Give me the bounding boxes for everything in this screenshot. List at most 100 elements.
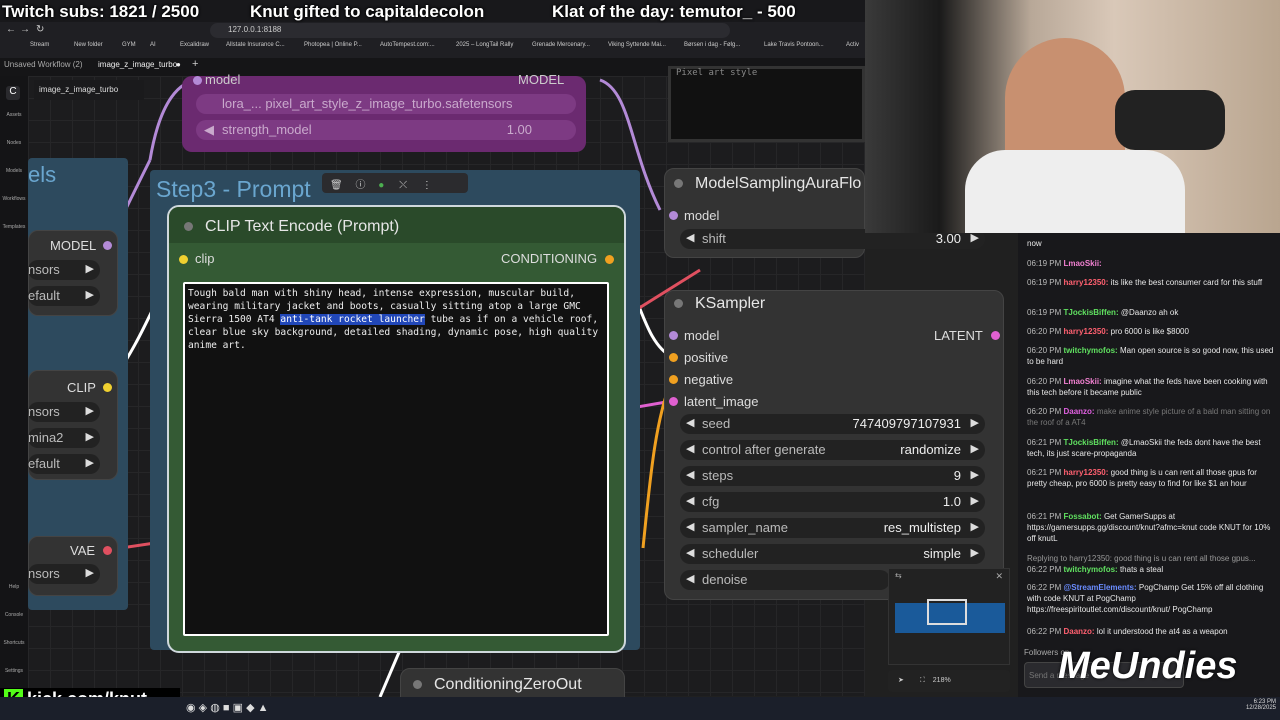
sampler-name-widget[interactable]: ◀ sampler_name res_multistep ▶ xyxy=(680,518,985,538)
collapse-dot-icon[interactable] xyxy=(674,179,683,188)
ks-negative-input-port[interactable] xyxy=(669,375,678,384)
chat-message: 06:20 PM LmaoSkii: imagine what the feds… xyxy=(1027,377,1268,397)
minimap-settings-icon[interactable]: ⇆ xyxy=(895,571,902,580)
increment-arrow-icon[interactable]: ▶ xyxy=(86,566,94,579)
decrement-arrow-icon[interactable]: ◀ xyxy=(686,416,694,429)
ks-latent-output-port[interactable] xyxy=(991,331,1000,340)
selection-toolbox[interactable]: 🗑 ⓘ ● ⤬ ⋮ xyxy=(322,173,468,193)
increment-arrow-icon[interactable]: ▶ xyxy=(971,546,979,559)
decrement-arrow-icon[interactable]: ◀ xyxy=(686,572,694,585)
ks-latent-input-port[interactable] xyxy=(669,397,678,406)
step3-group-title: Step3 - Prompt xyxy=(156,176,311,202)
control-after-generate-widget[interactable]: ◀ control after generate randomize ▶ xyxy=(680,440,985,460)
ks-model-input-port[interactable] xyxy=(669,331,678,340)
strength-model-widget[interactable]: ◀ strength_model 1.00 xyxy=(196,120,576,140)
shift-label: shift xyxy=(702,231,726,246)
chrome-icon[interactable]: ◉ xyxy=(186,702,196,714)
minimap[interactable]: ⇆ ✕ xyxy=(888,568,1010,665)
left-widget-6[interactable]: nsors ▶ xyxy=(28,564,100,584)
cfg-widget[interactable]: ◀ cfg 1.0 ▶ xyxy=(680,492,985,512)
pointer-icon[interactable]: ➤ xyxy=(898,677,904,684)
app-icon[interactable]: ◈ xyxy=(199,702,207,714)
clip-input-port[interactable] xyxy=(179,255,188,264)
clip-output-port[interactable] xyxy=(103,383,112,392)
minimap-close-icon[interactable]: ✕ xyxy=(995,571,1003,582)
chat-message: 06:19 PM harry12350: its like the best c… xyxy=(1027,278,1263,287)
chat-message: 06:22 PM Daanzo: lol it understood the a… xyxy=(1027,627,1228,636)
webcam-feed xyxy=(865,0,1280,233)
prompt-text-selected: anti-tank rocket launcher xyxy=(280,314,425,325)
lora-model-input-port[interactable] xyxy=(193,76,202,85)
app-icon[interactable]: ▲ xyxy=(258,702,269,714)
minimap-viewport[interactable] xyxy=(927,599,967,625)
shift-value: 3.00 xyxy=(935,231,961,246)
steps-widget[interactable]: ◀ steps 9 ▶ xyxy=(680,466,985,486)
decrement-arrow-icon[interactable]: ◀ xyxy=(686,494,694,507)
fit-icon[interactable]: ⛶ xyxy=(920,677,925,684)
decrement-arrow-icon[interactable]: ◀ xyxy=(204,122,214,138)
models-group-title: els xyxy=(28,162,57,187)
increment-arrow-icon[interactable]: ▶ xyxy=(971,520,979,533)
more-icon[interactable]: ⋮ xyxy=(422,180,432,191)
app-icon[interactable]: ▣ xyxy=(233,702,243,714)
aura-node-title: ModelSamplingAuraFlo xyxy=(695,175,862,192)
decrement-arrow-icon[interactable]: ◀ xyxy=(686,546,694,559)
streamer-shirt xyxy=(965,150,1185,233)
ks-input-latent-image: latent_image xyxy=(684,394,759,409)
left-widget-2[interactable]: efault ▶ xyxy=(28,286,100,306)
chat-message: 06:20 PM Daanzo: make anime style pictur… xyxy=(1027,407,1271,427)
decrement-arrow-icon[interactable]: ◀ xyxy=(686,468,694,481)
increment-arrow-icon[interactable]: ▶ xyxy=(86,262,94,275)
zoom-level[interactable]: 218% xyxy=(933,677,951,684)
decrement-arrow-icon[interactable]: ◀ xyxy=(686,442,694,455)
color-icon[interactable]: ● xyxy=(378,180,384,191)
increment-arrow-icon[interactable]: ▶ xyxy=(971,416,979,429)
clip-node-title: CLIP Text Encode (Prompt) xyxy=(205,218,400,235)
chat-message: 06:22 PM @StreamElements: PogChamp Get 1… xyxy=(1027,583,1264,614)
chat-message: 06:19 PM TJockisBiffen: @Daanzo ah ok xyxy=(1027,308,1179,317)
lora-node[interactable] xyxy=(182,76,586,152)
increment-arrow-icon[interactable]: ▶ xyxy=(971,468,979,481)
decrement-arrow-icon[interactable]: ◀ xyxy=(686,231,694,244)
chat-message: 06:22 PM twitchymofos: thats a steal xyxy=(1027,565,1164,574)
lora-name-widget[interactable]: lora_... pixel_art_style_z_image_turbo.s… xyxy=(196,94,576,114)
ks-positive-input-port[interactable] xyxy=(669,353,678,362)
klat-of-day-text: Klat of the day: temutor_ - 500 xyxy=(552,2,796,21)
collapse-dot-icon[interactable] xyxy=(674,299,683,308)
strength-value: 1.00 xyxy=(506,122,532,137)
app-icon[interactable]: ◍ xyxy=(210,702,220,714)
increment-arrow-icon[interactable]: ▶ xyxy=(86,430,94,443)
vae-output-port[interactable] xyxy=(103,546,112,555)
increment-arrow-icon[interactable]: ▶ xyxy=(86,404,94,417)
collapse-dot-icon[interactable] xyxy=(184,222,193,231)
increment-arrow-icon[interactable]: ▶ xyxy=(86,288,94,301)
seed-widget[interactable]: ◀ seed 747409797107931 ▶ xyxy=(680,414,985,434)
delete-icon[interactable]: 🗑 xyxy=(330,180,343,191)
info-icon[interactable]: ⓘ xyxy=(355,180,365,191)
increment-arrow-icon[interactable]: ▶ xyxy=(86,456,94,469)
model-output-port[interactable] xyxy=(103,241,112,250)
increment-arrow-icon[interactable]: ▶ xyxy=(971,494,979,507)
app-icon[interactable]: ■ xyxy=(223,702,230,714)
left-widget-1[interactable]: nsors ▶ xyxy=(28,260,100,280)
strength-label: strength_model xyxy=(222,122,312,137)
left-widget-3[interactable]: nsors ▶ xyxy=(28,402,100,422)
left-widget-4[interactable]: mina2 ▶ xyxy=(28,428,100,448)
collapse-dot-icon[interactable] xyxy=(413,680,422,689)
ksampler-title: KSampler xyxy=(695,295,766,312)
vae-output-label: VAE xyxy=(70,543,96,558)
canvas-toolbar[interactable]: ➤ ⛶ 218% xyxy=(888,670,1010,692)
app-icon[interactable]: ◆ xyxy=(246,702,254,714)
conditioning-output-port[interactable] xyxy=(605,255,614,264)
clock[interactable]: 6:23 PM 12/28/2025 xyxy=(1228,699,1276,711)
decrement-arrow-icon[interactable]: ◀ xyxy=(686,520,694,533)
left-widget-5[interactable]: efault ▶ xyxy=(28,454,100,474)
bypass-icon[interactable]: ⤬ xyxy=(399,180,407,191)
increment-arrow-icon[interactable]: ▶ xyxy=(971,442,979,455)
denoise-widget[interactable]: ◀ denoise xyxy=(680,570,890,590)
prompt-textarea[interactable]: Tough bald man with shiny head, intense … xyxy=(183,282,609,636)
scheduler-widget[interactable]: ◀ scheduler simple ▶ xyxy=(680,544,985,564)
aura-model-input-port[interactable] xyxy=(669,211,678,220)
ks-input-positive: positive xyxy=(684,350,729,365)
taskbar-apps[interactable]: ◉ ◈ ◍ ■ ▣ ◆ ▲ xyxy=(186,701,268,714)
